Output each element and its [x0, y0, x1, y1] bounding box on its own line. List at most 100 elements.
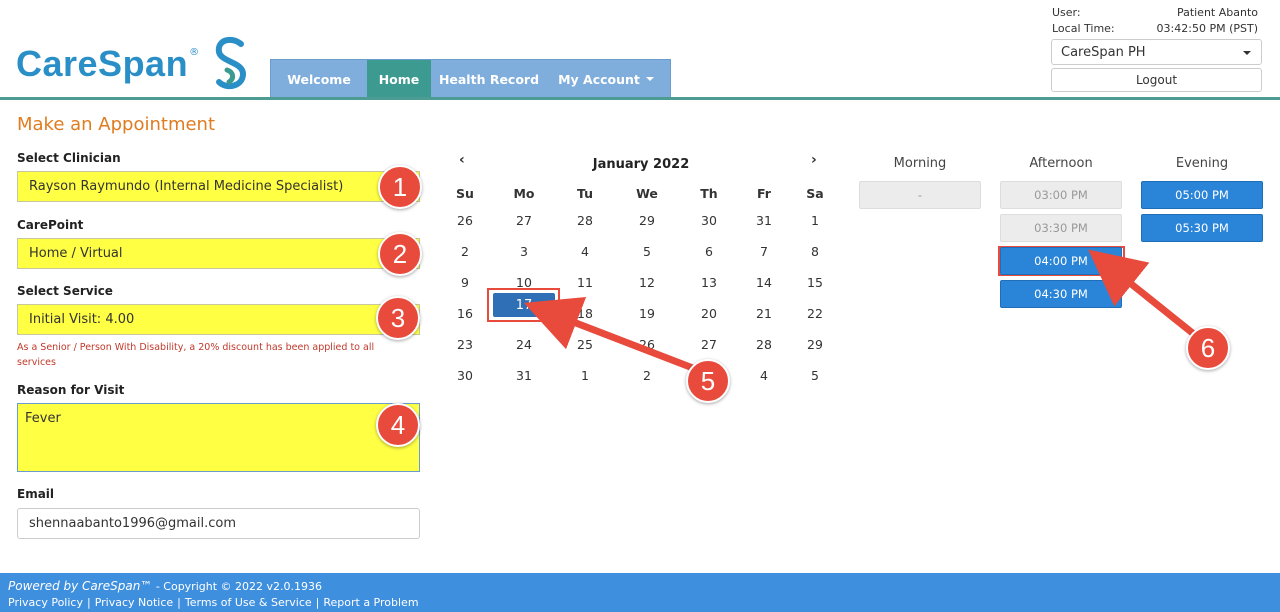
calendar-day[interactable]: 4 — [739, 366, 789, 386]
organization-select[interactable]: CareSpan PH — [1051, 39, 1262, 65]
morning-slot-empty: - — [859, 181, 981, 209]
tab-my-account[interactable]: My Account — [547, 60, 665, 98]
next-month-icon[interactable]: › — [811, 152, 817, 168]
calendar-day[interactable]: 20 — [684, 304, 734, 324]
calendar-day[interactable]: 31 — [739, 211, 789, 231]
calendar-day[interactable]: 28 — [739, 335, 789, 355]
service-select[interactable]: Initial Visit: 4.00 — [17, 304, 420, 335]
logo-registered-mark: ® — [189, 46, 200, 58]
calendar-day[interactable]: 7 — [739, 242, 789, 262]
prev-month-icon[interactable]: ‹ — [459, 152, 465, 168]
evening-title: Evening — [1175, 156, 1229, 171]
tab-home-label: Home — [378, 71, 420, 87]
discount-note: As a Senior / Person With Disability, a … — [17, 342, 375, 368]
weekday-header: Mo — [513, 186, 535, 201]
logout-button[interactable]: Logout — [1051, 68, 1262, 92]
calendar-day[interactable]: 5 — [790, 366, 840, 386]
email-field[interactable]: shennaabanto1996@gmail.com — [17, 508, 420, 539]
calendar-day[interactable]: 16 — [440, 304, 490, 324]
reason-label: Reason for Visit — [17, 383, 125, 397]
caret-down-icon — [1243, 51, 1251, 55]
calendar-day[interactable]: 2 — [622, 366, 672, 386]
main-nav: Welcome Home Health Record My Account — [270, 59, 671, 98]
footer-separator: | — [315, 596, 320, 609]
calendar-day[interactable]: 27 — [499, 211, 549, 231]
weekday-header: Su — [456, 186, 474, 201]
calendar-day[interactable]: 6 — [684, 242, 734, 262]
weekday-header: We — [636, 186, 658, 201]
calendar-day[interactable]: 9 — [440, 273, 490, 293]
calendar-day[interactable]: 4 — [560, 242, 610, 262]
calendar-day[interactable]: 30 — [440, 366, 490, 386]
calendar-day[interactable]: 26 — [622, 335, 672, 355]
calendar-day[interactable]: 29 — [622, 211, 672, 231]
local-time-label: Local Time: — [1052, 22, 1115, 35]
carespan-logo: CareSpan ® — [16, 36, 249, 92]
calendar-day[interactable]: 21 — [739, 304, 789, 324]
tab-welcome[interactable]: Welcome — [271, 60, 367, 98]
reason-textarea[interactable]: Fever — [17, 403, 420, 472]
calendar-day[interactable]: 5 — [622, 242, 672, 262]
organization-value: CareSpan PH — [1061, 44, 1146, 60]
afternoon-title: Afternoon — [1029, 156, 1093, 171]
calendar-day[interactable]: 25 — [560, 335, 610, 355]
footer-separator: | — [177, 596, 181, 609]
calendar-day[interactable]: 2 — [440, 242, 490, 262]
footer-link-privacy-notice[interactable]: Privacy Notice — [95, 596, 173, 609]
time-slot-0530pm[interactable]: 05:30 PM — [1141, 214, 1263, 242]
clinician-select[interactable]: Rayson Raymundo (Internal Medicine Speci… — [17, 171, 420, 202]
tab-health-record-label: Health Record — [438, 71, 540, 87]
calendar-day[interactable]: 11 — [560, 273, 610, 293]
calendar-day[interactable]: 30 — [684, 211, 734, 231]
tab-my-account-label: My Account — [558, 71, 640, 87]
time-slot-0400pm[interactable]: 04:00 PM — [1000, 247, 1122, 275]
calendar-day[interactable]: 19 — [622, 304, 672, 324]
calendar-day[interactable]: 8 — [790, 242, 840, 262]
carepoint-select[interactable]: Home / Virtual — [17, 238, 420, 269]
annotation-badge-5: 5 — [686, 359, 730, 403]
calendar-day[interactable]: 31 — [499, 366, 549, 386]
annotation-badge-4: 4 — [376, 403, 420, 447]
time-slot-0300pm: 03:00 PM — [1000, 181, 1122, 209]
calendar-day[interactable]: 26 — [440, 211, 490, 231]
calendar-day[interactable]: 13 — [684, 273, 734, 293]
calendar-day[interactable]: 14 — [739, 273, 789, 293]
calendar-day[interactable]: 18 — [560, 304, 610, 324]
calendar-day[interactable]: 15 — [790, 273, 840, 293]
footer-link-report-problem[interactable]: Report a Problem — [323, 596, 418, 609]
time-slot-0430pm[interactable]: 04:30 PM — [1000, 280, 1122, 308]
user-label: User: — [1052, 6, 1081, 19]
service-label: Select Service — [17, 284, 113, 298]
morning-title: Morning — [893, 156, 947, 171]
chevron-down-icon — [645, 77, 654, 81]
calendar-day[interactable]: 28 — [560, 211, 610, 231]
clinician-label: Select Clinician — [17, 151, 121, 165]
tab-home[interactable]: Home — [367, 60, 431, 98]
calendar-day[interactable]: 1 — [790, 211, 840, 231]
footer-powered-by: Powered by CareSpan™ — [8, 579, 153, 593]
footer-link-privacy-policy[interactable]: Privacy Policy — [8, 596, 83, 609]
calendar-day[interactable]: 24 — [499, 335, 549, 355]
email-label: Email — [17, 487, 55, 501]
calendar-month: January 2022 — [592, 157, 690, 172]
calendar-day[interactable]: 3 — [499, 242, 549, 262]
local-time-value: 03:42:50 PM (PST) — [1156, 22, 1258, 35]
user-name: Patient Abanto — [1176, 6, 1258, 19]
calendar-day[interactable]: 1 — [560, 366, 610, 386]
weekday-header: Fr — [757, 186, 771, 201]
annotation-badge-2: 2 — [378, 232, 422, 276]
annotation-badge-1: 1 — [378, 165, 422, 209]
footer-link-terms[interactable]: Terms of Use & Service — [185, 596, 312, 609]
selected-date[interactable]: 17 — [493, 293, 555, 317]
calendar-day[interactable]: 27 — [684, 335, 734, 355]
calendar-day[interactable]: 29 — [790, 335, 840, 355]
weekday-header: Tu — [576, 186, 594, 201]
tab-health-record[interactable]: Health Record — [431, 60, 547, 98]
calendar-day[interactable]: 22 — [790, 304, 840, 324]
time-slot-0500pm[interactable]: 05:00 PM — [1141, 181, 1263, 209]
calendar-day[interactable]: 23 — [440, 335, 490, 355]
footer: Powered by CareSpan™ - Copyright © 2022 … — [0, 573, 1280, 612]
tab-welcome-label: Welcome — [287, 71, 351, 87]
annotation-badge-3: 3 — [376, 296, 420, 340]
calendar-day[interactable]: 12 — [622, 273, 672, 293]
